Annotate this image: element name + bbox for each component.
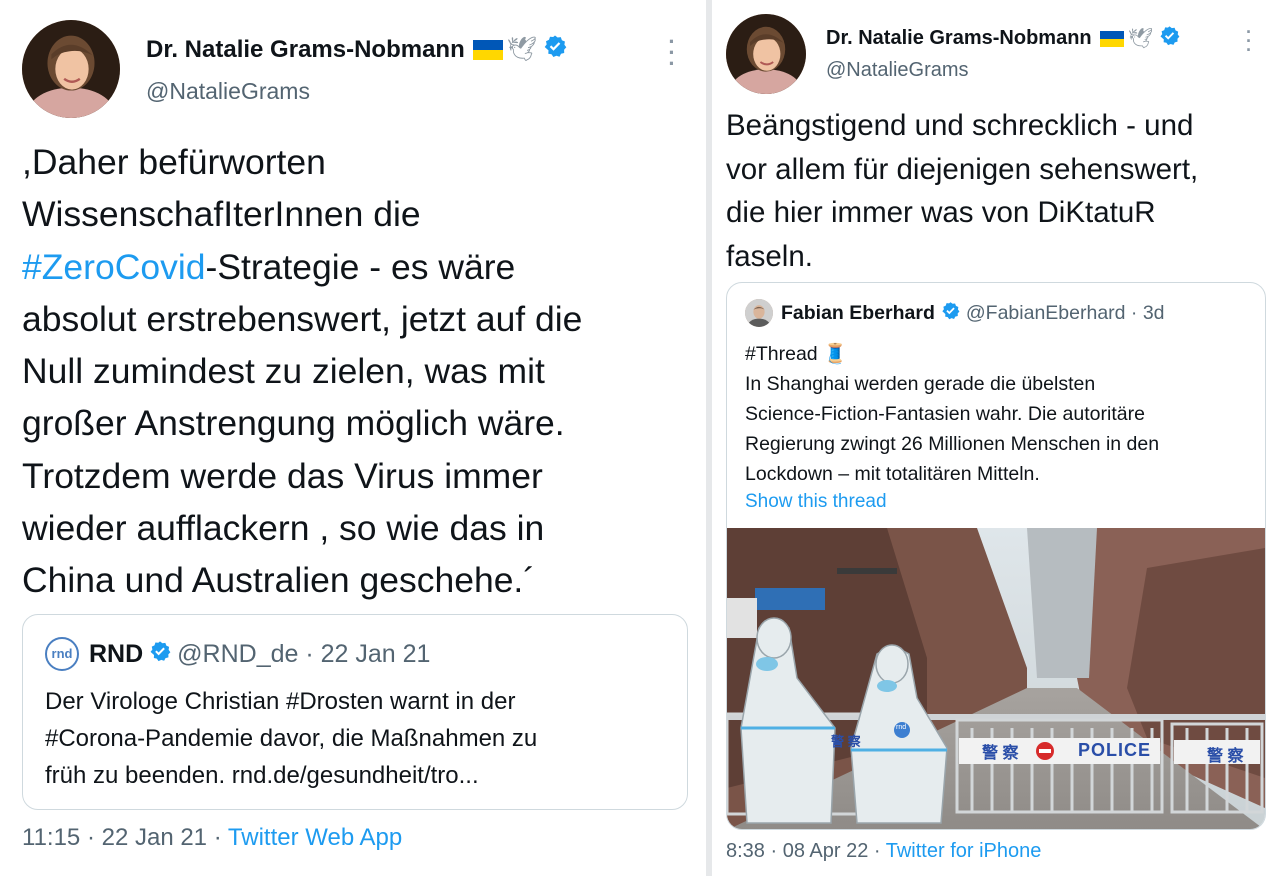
tweet-line: großer Anstrengung möglich wäre. xyxy=(22,403,565,444)
tweet-timestamp[interactable]: 8:38 · 08 Apr 22 · xyxy=(726,840,886,862)
tweet-left: Dr. Natalie Grams-Nobmann 🕊 @NatalieGram… xyxy=(0,0,706,876)
quoted-handle-date: @FabianEberhard · 3d xyxy=(965,301,1165,324)
quoted-photo[interactable]: POLICE 警 察 警 察 警 察 rnd xyxy=(727,528,1265,829)
tweet-footer: 8:38 · 08 Apr 22 · Twitter for iPhone xyxy=(726,840,1041,863)
tweet-line: China und Australien geschehe.´ xyxy=(22,560,536,601)
quoted-tweet[interactable]: rnd RND @RND_de · 22 Jan 21 Der Virologe… xyxy=(22,614,688,810)
suit-badge-text: rnd xyxy=(896,724,907,731)
author-handle[interactable]: @NatalieGrams xyxy=(826,59,969,82)
tweet-line: wieder aufflackern , so wie das in xyxy=(22,508,545,549)
quoted-line: #Thread 🧵 xyxy=(745,343,848,365)
quoted-line: Science-Fiction-Fantasien wahr. Die auto… xyxy=(745,403,1145,425)
more-options-icon[interactable]: · · · xyxy=(1240,23,1258,59)
quoted-line: Lockdown – mit totalitären Mitteln. xyxy=(745,463,1040,485)
author-name[interactable]: Dr. Natalie Grams-Nobmann xyxy=(146,36,465,64)
tweet-line: absolut erstrebenswert, jetzt auf die xyxy=(22,298,583,339)
tweet-line: faseln. xyxy=(726,239,813,273)
quoted-line: In Shanghai werden gerade die übelsten xyxy=(745,373,1096,395)
tweet-timestamp[interactable]: 11:15 · 22 Jan 21 · xyxy=(22,824,228,851)
tweet-line: WissenschafIterInnen die xyxy=(22,194,421,235)
tweet-body: Beängstigend und schrecklich - und vor a… xyxy=(726,104,1266,278)
tweet-line: Trotzdem werde das Virus immer xyxy=(22,455,543,496)
tweet-body: ,Daher befürworten WissenschafIterInnen … xyxy=(22,136,694,607)
quoted-body: #Thread 🧵 In Shanghai werden gerade die … xyxy=(745,339,1159,489)
quoted-tweet[interactable]: Fabian Eberhard @FabianEberhard · 3d #Th… xyxy=(726,282,1266,830)
dove-icon: 🕊 xyxy=(1127,28,1154,50)
quoted-tweet-header: Fabian Eberhard @FabianEberhard · 3d xyxy=(745,299,1165,327)
dove-icon: 🕊 xyxy=(506,36,538,63)
tweet-footer: 11:15 · 22 Jan 21 · Twitter Web App xyxy=(22,824,402,852)
quoted-author-avatar xyxy=(745,299,773,327)
police-sign-text: POLICE xyxy=(1078,740,1152,760)
quoted-line: früh zu beenden. rnd.de/gesundheit/tro..… xyxy=(45,762,479,789)
quoted-line: Regierung zwingt 26 Millionen Menschen i… xyxy=(745,433,1160,455)
quoted-line: #Corona-Pandemie davor, die Maßnahmen zu xyxy=(45,725,538,752)
author-avatar[interactable] xyxy=(22,20,120,118)
author-name[interactable]: Dr. Natalie Grams-Nobmann xyxy=(826,27,1092,50)
barrier-sign-text: 警 察 xyxy=(1207,748,1244,765)
quoted-author-name: Fabian Eberhard xyxy=(781,301,935,324)
verified-badge-icon xyxy=(941,301,960,326)
ukraine-flag-icon xyxy=(1099,30,1124,47)
author-handle[interactable]: @NatalieGrams xyxy=(146,78,310,105)
author-avatar[interactable] xyxy=(726,14,806,94)
ukraine-flag-icon xyxy=(472,39,503,60)
show-thread-link[interactable]: Show this thread xyxy=(745,491,887,513)
tweet-source-link[interactable]: Twitter for iPhone xyxy=(886,840,1042,862)
tweet-line: die hier immer was von DiKtatuR xyxy=(726,196,1156,229)
quoted-line: Der Virologe Christian #Drosten warnt in… xyxy=(45,688,516,715)
tweet-line: ,Daher befürworten xyxy=(22,142,326,182)
quoted-body: Der Virologe Christian #Drosten warnt in… xyxy=(45,683,537,794)
tweet-source-link[interactable]: Twitter Web App xyxy=(228,824,402,851)
tweet-line-rest: -Strategie - es wäre xyxy=(205,246,516,287)
rnd-logo-icon: rnd xyxy=(45,637,79,671)
verified-badge-icon xyxy=(1159,25,1180,52)
author-name-row: Dr. Natalie Grams-Nobmann 🕊 xyxy=(146,34,567,65)
barrier-sign-text: 警 察 xyxy=(982,745,1019,762)
tweet-right: Dr. Natalie Grams-Nobmann 🕊 @NatalieGram… xyxy=(712,0,1280,876)
hashtag-link[interactable]: #ZeroCovid xyxy=(22,247,206,287)
tweet-line: Beängstigend und schrecklich - und xyxy=(726,109,1194,142)
quoted-tweet-header: rnd RND @RND_de · 22 Jan 21 xyxy=(45,637,430,671)
author-name-row: Dr. Natalie Grams-Nobmann 🕊 xyxy=(826,25,1180,52)
tweet-line: #ZeroCovid-Strategie - es wäre xyxy=(22,241,694,293)
tweet-line: vor allem für diejenigen sehenswert, xyxy=(726,152,1199,186)
barrier-sign-text: 警 察 xyxy=(831,734,861,749)
verified-badge-icon xyxy=(149,640,171,669)
more-options-icon[interactable]: · · · xyxy=(662,31,682,75)
quoted-handle-date: @RND_de · 22 Jan 21 xyxy=(177,639,431,668)
quoted-author-name: RND xyxy=(89,639,144,668)
tweet-line: Null zumindest zu zielen, was mit xyxy=(22,351,545,392)
verified-badge-icon xyxy=(543,34,567,65)
